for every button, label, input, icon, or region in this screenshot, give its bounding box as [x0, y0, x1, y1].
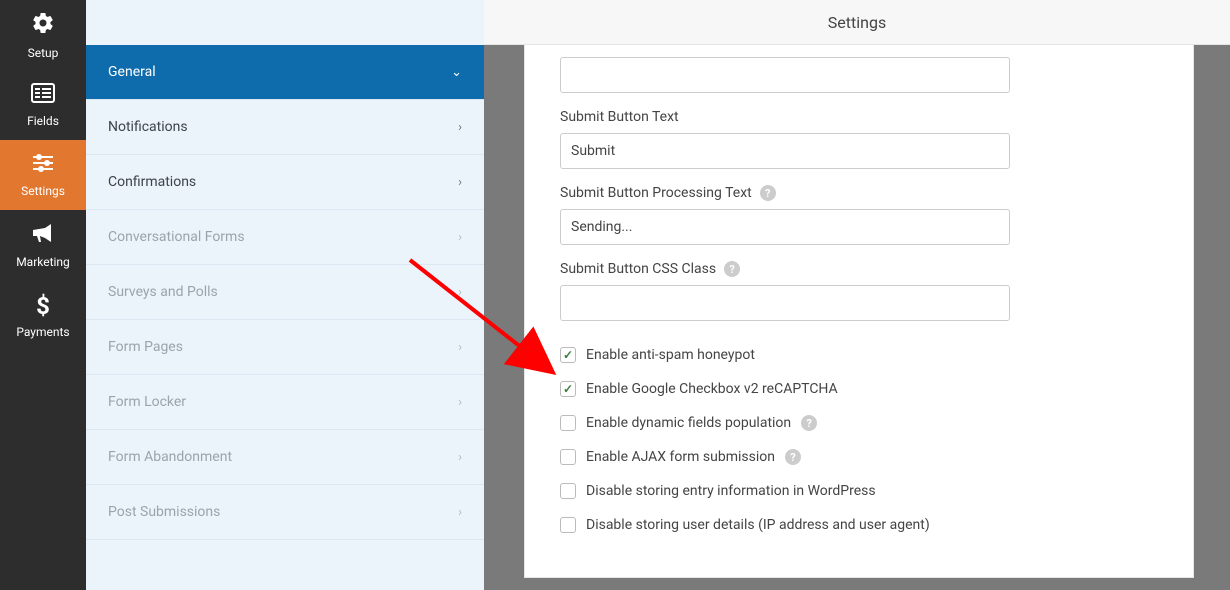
- panel-item-surveys[interactable]: Surveys and Polls ›: [86, 265, 484, 320]
- sidebar-label: Payments: [16, 325, 69, 339]
- gear-icon: [31, 11, 55, 41]
- form-icon: [31, 83, 55, 109]
- panel-item-label: Confirmations: [108, 174, 196, 190]
- panel-item-form-abandonment[interactable]: Form Abandonment ›: [86, 430, 484, 485]
- checkbox-label: Enable dynamic fields population: [586, 415, 791, 431]
- checkbox-recaptcha[interactable]: [560, 381, 576, 397]
- panel-item-form-pages[interactable]: Form Pages ›: [86, 320, 484, 375]
- processing-text-label: Submit Button Processing Text: [560, 185, 752, 201]
- panel-item-confirmations[interactable]: Confirmations ›: [86, 155, 484, 210]
- panel-item-label: Notifications: [108, 119, 188, 135]
- processing-text-input[interactable]: [560, 209, 1010, 245]
- sidebar-item-fields[interactable]: Fields: [0, 70, 86, 140]
- panel-item-post-submissions[interactable]: Post Submissions ›: [86, 485, 484, 540]
- sliders-icon: [31, 153, 55, 179]
- css-class-label: Submit Button CSS Class: [560, 261, 716, 277]
- sidebar-item-marketing[interactable]: Marketing: [0, 210, 86, 280]
- chevron-right-icon: ›: [458, 175, 462, 190]
- dollar-icon: $: [36, 292, 50, 320]
- chevron-right-icon: ›: [458, 340, 462, 355]
- help-icon[interactable]: ?: [724, 261, 740, 277]
- checkbox-row-recaptcha: Enable Google Checkbox v2 reCAPTCHA: [560, 381, 1158, 397]
- panel-spacer: [86, 0, 484, 45]
- help-icon[interactable]: ?: [801, 415, 817, 431]
- sidebar-item-payments[interactable]: $ Payments: [0, 280, 86, 350]
- panel-item-label: Surveys and Polls: [108, 284, 218, 300]
- chevron-right-icon: ›: [458, 505, 462, 520]
- chevron-right-icon: ›: [458, 120, 462, 135]
- checkbox-disable-entry[interactable]: [560, 483, 576, 499]
- bullhorn-icon: [31, 222, 55, 250]
- panel-item-label: Form Abandonment: [108, 449, 232, 465]
- form-name-input[interactable]: [560, 57, 1010, 93]
- submit-text-input[interactable]: [560, 133, 1010, 169]
- sidebar-label: Setup: [28, 46, 59, 60]
- panel-item-label: Form Locker: [108, 394, 186, 410]
- help-icon[interactable]: ?: [760, 185, 776, 201]
- topbar: Settings: [484, 0, 1230, 45]
- sidebar-label: Marketing: [16, 255, 70, 269]
- checkbox-ajax[interactable]: [560, 449, 576, 465]
- panel-item-conversational[interactable]: Conversational Forms ›: [86, 210, 484, 265]
- page-title: Settings: [828, 13, 886, 32]
- panel-item-label: Post Submissions: [108, 504, 220, 520]
- panel-item-notifications[interactable]: Notifications ›: [86, 100, 484, 155]
- checkbox-row-disable-user-details: Disable storing user details (IP address…: [560, 517, 1158, 533]
- chevron-right-icon: ›: [458, 285, 462, 300]
- help-icon[interactable]: ?: [785, 449, 801, 465]
- checkbox-row-honeypot: Enable anti-spam honeypot: [560, 347, 1158, 363]
- panel-item-label: General: [108, 64, 156, 80]
- checkbox-honeypot[interactable]: [560, 347, 576, 363]
- panel-item-form-locker[interactable]: Form Locker ›: [86, 375, 484, 430]
- checkbox-dynamic[interactable]: [560, 415, 576, 431]
- settings-card: Submit Button Text Submit Button Process…: [524, 45, 1194, 578]
- sidebar-label: Fields: [27, 114, 59, 128]
- checkbox-label: Disable storing user details (IP address…: [586, 517, 930, 533]
- checkbox-label: Enable Google Checkbox v2 reCAPTCHA: [586, 381, 838, 397]
- chevron-right-icon: ›: [458, 230, 462, 245]
- checkbox-row-ajax: Enable AJAX form submission ?: [560, 449, 1158, 465]
- sidebar-item-setup[interactable]: Setup: [0, 0, 86, 70]
- checkbox-label: Disable storing entry information in Wor…: [586, 483, 876, 499]
- sidebar-item-settings[interactable]: Settings: [0, 140, 86, 210]
- panel-item-label: Form Pages: [108, 339, 183, 355]
- main-sidebar: Setup Fields Settings Marketing $ Paymen…: [0, 0, 86, 590]
- checkbox-label: Enable AJAX form submission: [586, 449, 775, 465]
- checkbox-row-dynamic: Enable dynamic fields population ?: [560, 415, 1158, 431]
- chevron-down-icon: ⌄: [451, 65, 462, 80]
- submit-text-label: Submit Button Text: [560, 109, 1158, 125]
- chevron-right-icon: ›: [458, 395, 462, 410]
- checkbox-row-disable-entry: Disable storing entry information in Wor…: [560, 483, 1158, 499]
- panel-item-label: Conversational Forms: [108, 229, 245, 245]
- sidebar-label: Settings: [21, 184, 65, 198]
- chevron-right-icon: ›: [458, 450, 462, 465]
- settings-panel: General ⌄ Notifications › Confirmations …: [86, 0, 484, 590]
- checkbox-label: Enable anti-spam honeypot: [586, 347, 755, 363]
- css-class-input[interactable]: [560, 285, 1010, 321]
- checkbox-disable-user-details[interactable]: [560, 517, 576, 533]
- panel-item-general[interactable]: General ⌄: [86, 45, 484, 100]
